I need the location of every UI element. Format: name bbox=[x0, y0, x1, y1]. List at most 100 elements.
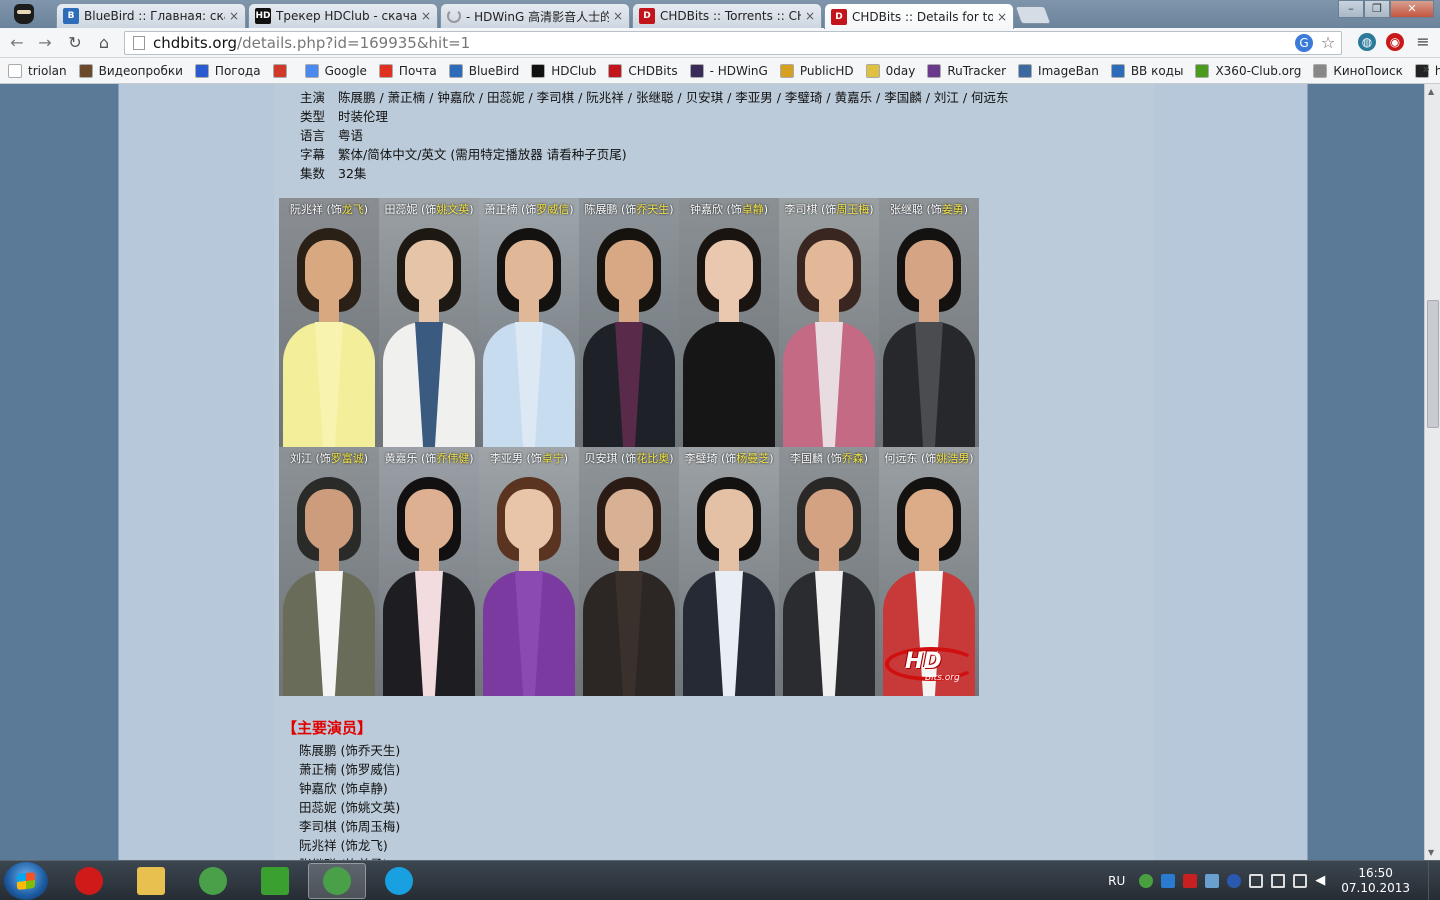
tab-bluebird[interactable]: B BlueBird :: Главная: скача × bbox=[56, 3, 246, 28]
bookmark-item[interactable]: Видеопробки bbox=[78, 63, 183, 78]
bookmark-item[interactable]: Почта bbox=[378, 63, 437, 78]
cast-portrait: 钟嘉欣 (饰卓静) bbox=[679, 198, 779, 447]
bookmark-icon bbox=[689, 63, 704, 78]
scroll-up-icon[interactable]: ▲ bbox=[1428, 87, 1434, 96]
bookmark-item[interactable]: HDClub bbox=[531, 63, 596, 78]
bookmark-item[interactable]: triolan bbox=[8, 63, 67, 78]
bookmark-label: CHDBits bbox=[628, 63, 678, 78]
tray-shield-icon[interactable] bbox=[1161, 874, 1176, 888]
cast-portrait: 张继聪 (饰姜勇) bbox=[879, 198, 979, 447]
portrait-caption: 李国麟 (饰乔森) bbox=[789, 452, 869, 465]
portrait-caption: 黄嘉乐 (饰乔伟健) bbox=[384, 452, 474, 465]
portrait-face bbox=[505, 240, 553, 302]
volume-icon[interactable]: ◀ bbox=[1315, 874, 1329, 888]
new-tab-button[interactable] bbox=[1014, 6, 1052, 24]
bookmarks-more-icon[interactable]: » bbox=[1423, 62, 1430, 76]
bookmark-item[interactable] bbox=[272, 63, 293, 78]
bookmark-item[interactable]: CHDBits bbox=[608, 63, 678, 78]
back-icon[interactable]: ← bbox=[6, 32, 28, 54]
bookmark-item[interactable]: BB коды bbox=[1110, 63, 1183, 78]
bookmark-icon bbox=[531, 63, 546, 78]
windows-logo-icon bbox=[17, 872, 35, 890]
adblock-icon[interactable]: ◉ bbox=[1386, 33, 1404, 51]
taskbar-utorrent-button[interactable] bbox=[246, 863, 304, 899]
close-window-icon[interactable]: ✕ bbox=[1390, 0, 1434, 18]
bookmark-icon bbox=[927, 63, 942, 78]
taskbar-skype-button[interactable] bbox=[370, 863, 428, 899]
bookmark-icon bbox=[1110, 63, 1125, 78]
tray-app-icon[interactable] bbox=[1139, 874, 1154, 888]
tab-close-icon[interactable]: × bbox=[613, 9, 623, 23]
bookmark-item[interactable]: RuTracker bbox=[927, 63, 1006, 78]
main-cast-line: 阮兆祥 (饰龙飞) bbox=[299, 838, 388, 853]
bluetooth-icon[interactable] bbox=[1227, 874, 1242, 888]
start-button[interactable] bbox=[4, 862, 48, 900]
tab-hdwing[interactable]: - HDWinG 高清影音人士的 × bbox=[440, 3, 630, 28]
tab-hdclub[interactable]: HD Трекер HDClub - скачать × bbox=[248, 3, 438, 28]
info-subtitles: 字幕 繁体/简体中文/英文 (需用特定播放器 请看种子页尾) bbox=[300, 147, 627, 162]
utorrent-icon bbox=[261, 867, 289, 895]
star-icon[interactable]: ☆ bbox=[1319, 34, 1337, 52]
tab-strip: B BlueBird :: Главная: скача × HD Трекер… bbox=[0, 0, 1440, 29]
tab-close-icon[interactable]: × bbox=[997, 10, 1007, 24]
clock[interactable]: 16:50 07.10.2013 bbox=[1341, 866, 1410, 896]
bookmark-label: hotline.ua bbox=[1434, 63, 1440, 78]
bookmark-item[interactable]: PublicHD bbox=[779, 63, 854, 78]
main-cast-line: 钟嘉欣 (饰卓静) bbox=[299, 781, 388, 796]
extension-globe-icon[interactable]: ◍ bbox=[1358, 33, 1376, 51]
bookmark-item[interactable]: Google bbox=[304, 63, 367, 78]
main-cast-line: 陈展鹏 (饰乔天生) bbox=[299, 743, 401, 758]
bookmarks-bar: triolan Видеопробки Погода Google Почта BlueB… bbox=[0, 58, 1440, 84]
tab-close-icon[interactable]: × bbox=[229, 9, 239, 23]
bookmark-icon bbox=[378, 63, 393, 78]
chd-icon: D bbox=[831, 8, 847, 25]
bookmark-item[interactable]: ImageBan bbox=[1018, 63, 1099, 78]
language-indicator[interactable]: RU bbox=[1108, 874, 1125, 888]
forward-icon[interactable]: → bbox=[34, 32, 56, 54]
bookmark-icon bbox=[448, 63, 463, 78]
portrait-caption: 贝安琪 (饰花比奥) bbox=[584, 452, 674, 465]
tray-antivirus-icon[interactable] bbox=[1183, 874, 1198, 888]
info-episodes: 集数 32集 bbox=[300, 166, 367, 181]
minimize-icon[interactable]: – bbox=[1338, 0, 1364, 18]
bookmark-item[interactable]: КиноПоиск bbox=[1313, 63, 1403, 78]
taskbar-opera-button[interactable] bbox=[60, 863, 118, 899]
menu-icon[interactable]: ≡ bbox=[1414, 33, 1432, 51]
reload-icon[interactable]: ↻ bbox=[64, 32, 86, 54]
bookmark-item[interactable]: 0day bbox=[865, 63, 915, 78]
bookmark-item[interactable]: Погода bbox=[194, 63, 261, 78]
bookmark-item[interactable]: - HDWinG bbox=[689, 63, 768, 78]
chrome-active-icon bbox=[323, 867, 351, 895]
bookmark-label: Видеопробки bbox=[98, 63, 183, 78]
profile-avatar-icon[interactable] bbox=[4, 0, 42, 28]
tab-chdbits-torrents[interactable]: D CHDBits :: Torrents :: CHD × bbox=[632, 3, 822, 28]
tab-chdbits-details[interactable]: D CHDBits :: Details for torre × bbox=[824, 3, 1014, 29]
chd-icon: D bbox=[639, 8, 655, 24]
action-center-flag-icon[interactable] bbox=[1249, 874, 1264, 888]
restore-icon[interactable]: ❐ bbox=[1364, 0, 1390, 18]
portrait-caption: 刘江 (饰罗富诚) bbox=[289, 452, 369, 465]
vertical-scrollbar[interactable]: ▲ ▼ bbox=[1424, 84, 1440, 860]
bookmark-item[interactable]: BlueBird bbox=[448, 63, 519, 78]
taskbar-chrome-button[interactable] bbox=[184, 863, 242, 899]
taskbar-explorer-button[interactable] bbox=[122, 863, 180, 899]
bookmark-icon bbox=[78, 63, 93, 78]
scroll-down-icon[interactable]: ▼ bbox=[1428, 848, 1434, 857]
portrait-caption: 萧正楠 (饰罗威信) bbox=[484, 203, 574, 216]
address-bar[interactable]: chdbits.org/details.php?id=169935&hit=1 … bbox=[124, 31, 1342, 55]
show-desktop-button[interactable] bbox=[1428, 861, 1440, 900]
monitor-icon[interactable] bbox=[1271, 874, 1286, 888]
tray-network-icon[interactable] bbox=[1205, 874, 1220, 888]
portrait-caption: 陈展鹏 (饰乔天生) bbox=[584, 203, 674, 216]
bookmark-icon bbox=[8, 63, 22, 78]
tab-close-icon[interactable]: × bbox=[805, 9, 815, 23]
home-icon[interactable]: ⌂ bbox=[93, 32, 115, 54]
tab-close-icon[interactable]: × bbox=[421, 9, 431, 23]
scrollbar-thumb[interactable] bbox=[1427, 300, 1439, 428]
translate-icon[interactable]: G bbox=[1295, 34, 1313, 52]
portrait-face bbox=[305, 240, 353, 302]
bookmark-item[interactable]: X360-Club.org bbox=[1195, 63, 1301, 78]
taskbar-chrome-active-button[interactable] bbox=[308, 863, 366, 899]
portrait-face bbox=[405, 240, 453, 302]
network-icon[interactable] bbox=[1293, 874, 1308, 888]
